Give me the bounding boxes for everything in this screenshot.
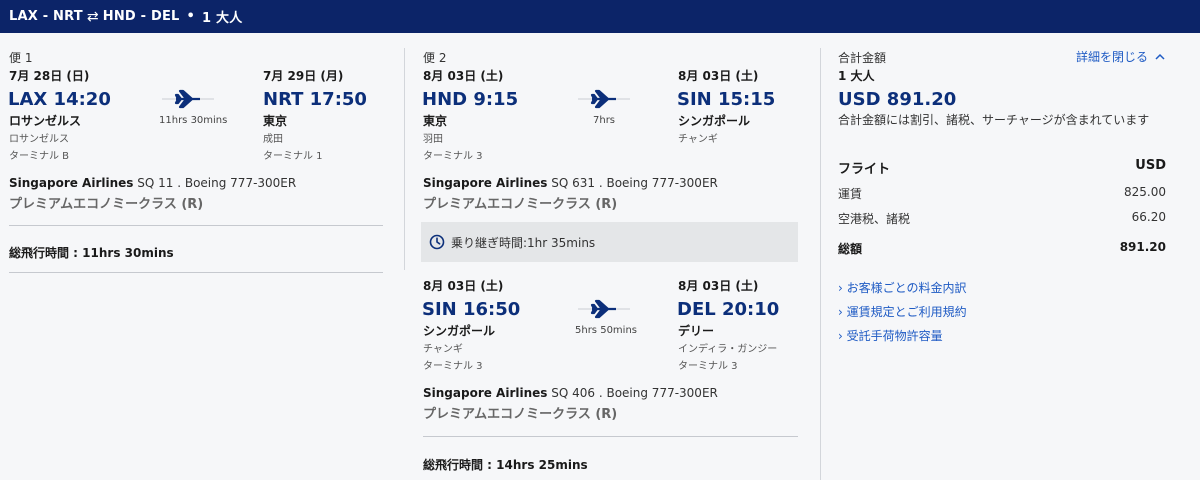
airplane-icon [578,89,630,109]
column-divider [820,48,821,480]
chevron-right-icon: › [838,281,843,295]
flight2-seg1-cabin-class: プレミアムエコノミークラス (R) [423,197,618,212]
layover-banner: 乗り継ぎ時間:1hr 35mins [421,222,798,262]
flight1-duration: 11hrs 30mins [159,115,228,126]
chevron-up-icon [1155,53,1165,60]
flight2-seg1-airline: Singapore Airlines [423,176,548,190]
flight2-seg2-dep-date: 8月 03日 (土) [423,279,504,293]
flight1-cabin-class: プレミアムエコノミークラス (R) [9,197,204,212]
flight2-seg2-dep-city: シンガポール [423,324,496,338]
flight2-seg1-dep-terminal: ターミナル 3 [423,151,483,162]
flight1-dep-airport: ロサンゼルス [9,134,69,145]
tax-label: 空港税、諸税 [838,212,911,226]
close-details-link[interactable]: 詳細を閉じる [1076,48,1165,65]
flight1-dep-time: LAX 14:20 [8,89,111,110]
layover-time: 乗り継ぎ時間:1hr 35mins [451,235,596,250]
divider [9,272,383,273]
flight2-seg1-arr-city: シンガポール [678,114,751,128]
tax-value: 66.20 [1131,210,1166,224]
flight2-label: 便 2 [423,51,447,65]
flight1-airline: Singapore Airlines [9,176,134,190]
price-note: 合計金額には割引、諸税、サーチャージが含まれています [838,113,1150,127]
divider [9,225,383,226]
flight2-seg2-airline-info: Singapore Airlines SQ 406 . Boeing 777-3… [423,386,718,400]
flight1-arr-date: 7月 29日 (月) [263,69,344,83]
chevron-right-icon: › [838,329,843,343]
header-origin: LAX [9,9,38,24]
flight2-seg1-dep-airport: 羽田 [423,134,443,145]
header-origin2: HND [102,9,136,24]
flight2-seg1-arr-time: SIN 15:15 [677,89,776,110]
flight1-dep-terminal: ターミナル B [9,151,70,162]
flight2-seg1-airline-info: Singapore Airlines SQ 631 . Boeing 777-3… [423,176,718,190]
flight2-seg1-dep-time: HND 9:15 [422,89,519,110]
grand-total-value: 891.20 [1119,240,1166,254]
fare-value: 825.00 [1124,185,1166,199]
flight2-seg2-flight-number: SQ 406 . Boeing 777-300ER [547,386,718,400]
airplane-icon [578,299,630,319]
close-details-label: 詳細を閉じる [1076,50,1149,64]
flight1-arr-city: 東京 [263,114,288,128]
fare-rules-link[interactable]: › 運賃規定とご利用規約 [838,303,967,320]
flight2-seg2-dep-airport: チャンギ [423,344,463,355]
flight2-seg2-arr-time: DEL 20:10 [677,299,780,320]
flight2-seg1-duration: 7hrs [593,115,616,126]
flight1-arr-time: NRT 17:50 [263,89,367,110]
flight1-flight-number: SQ 11 . Boeing 777-300ER [133,176,297,190]
flight2-seg2-dep-terminal: ターミナル 3 [423,361,483,372]
fare-label: 運賃 [838,187,863,201]
chevron-right-icon: › [838,305,843,319]
flight2-seg1-arr-airport: チャンギ [678,134,718,145]
summary-passengers: 1 大人 [838,69,875,83]
currency-label: USD [1135,158,1166,173]
flight1-dep-city: ロサンゼルス [9,114,82,128]
round-trip-arrows-icon: ⇄ [86,8,99,25]
flight1-total-time: 総飛行時間 : 11hrs 30mins [9,246,174,260]
header-dest1: NRT [53,9,83,24]
flight2-seg2-dep-time: SIN 16:50 [422,299,521,320]
fare-rules-label: 運賃規定とご利用規約 [846,305,967,319]
baggage-allowance-label: 受託手荷物許容量 [846,329,943,343]
passenger-breakdown-label: お客様ごとの料金内訳 [846,281,967,295]
passenger-breakdown-link[interactable]: › お客様ごとの料金内訳 [838,279,967,296]
flight2-seg2-cabin-class: プレミアムエコノミークラス (R) [423,407,618,422]
flight1-label: 便 1 [9,51,33,65]
flight2-total-time: 総飛行時間 : 14hrs 25mins [423,458,588,472]
divider [423,436,798,437]
flight1-airline-info: Singapore Airlines SQ 11 . Boeing 777-30… [9,176,296,190]
separator-dot-icon: • [186,9,196,24]
column-divider [404,48,405,270]
flight1-dep-date: 7月 28日 (日) [9,69,90,83]
flight1-arr-airport: 成田 [263,134,283,145]
flight2-seg2-arr-terminal: ターミナル 3 [678,361,738,372]
summary-title: 合計金額 [838,51,887,65]
flight2-seg1-arr-date: 8月 03日 (土) [678,69,759,83]
flight2-seg1-flight-number: SQ 631 . Boeing 777-300ER [547,176,718,190]
header-passengers: 1 大人 [202,11,243,26]
flight2-seg2-duration: 5hrs 50mins [575,325,637,336]
total-price: USD 891.20 [838,89,957,110]
flight-label: フライト [838,162,891,177]
baggage-allowance-link[interactable]: › 受託手荷物許容量 [838,327,943,344]
header-dest2: DEL [150,9,180,24]
flight2-seg1-dep-city: 東京 [423,114,448,128]
airplane-icon [162,89,214,109]
flight2-seg2-airline: Singapore Airlines [423,386,548,400]
flight2-seg2-arr-date: 8月 03日 (土) [678,279,759,293]
flight2-seg1-dep-date: 8月 03日 (土) [423,69,504,83]
flight2-seg2-arr-airport: インディラ・ガンジー [678,344,778,355]
flight1-arr-terminal: ターミナル 1 [263,151,323,162]
itinerary-header: LAX - NRT ⇄ HND - DEL • 1 大人 [0,0,1200,33]
grand-total-label: 総額 [838,242,863,256]
clock-icon [429,234,445,250]
flight2-seg2-arr-city: デリー [678,324,715,338]
